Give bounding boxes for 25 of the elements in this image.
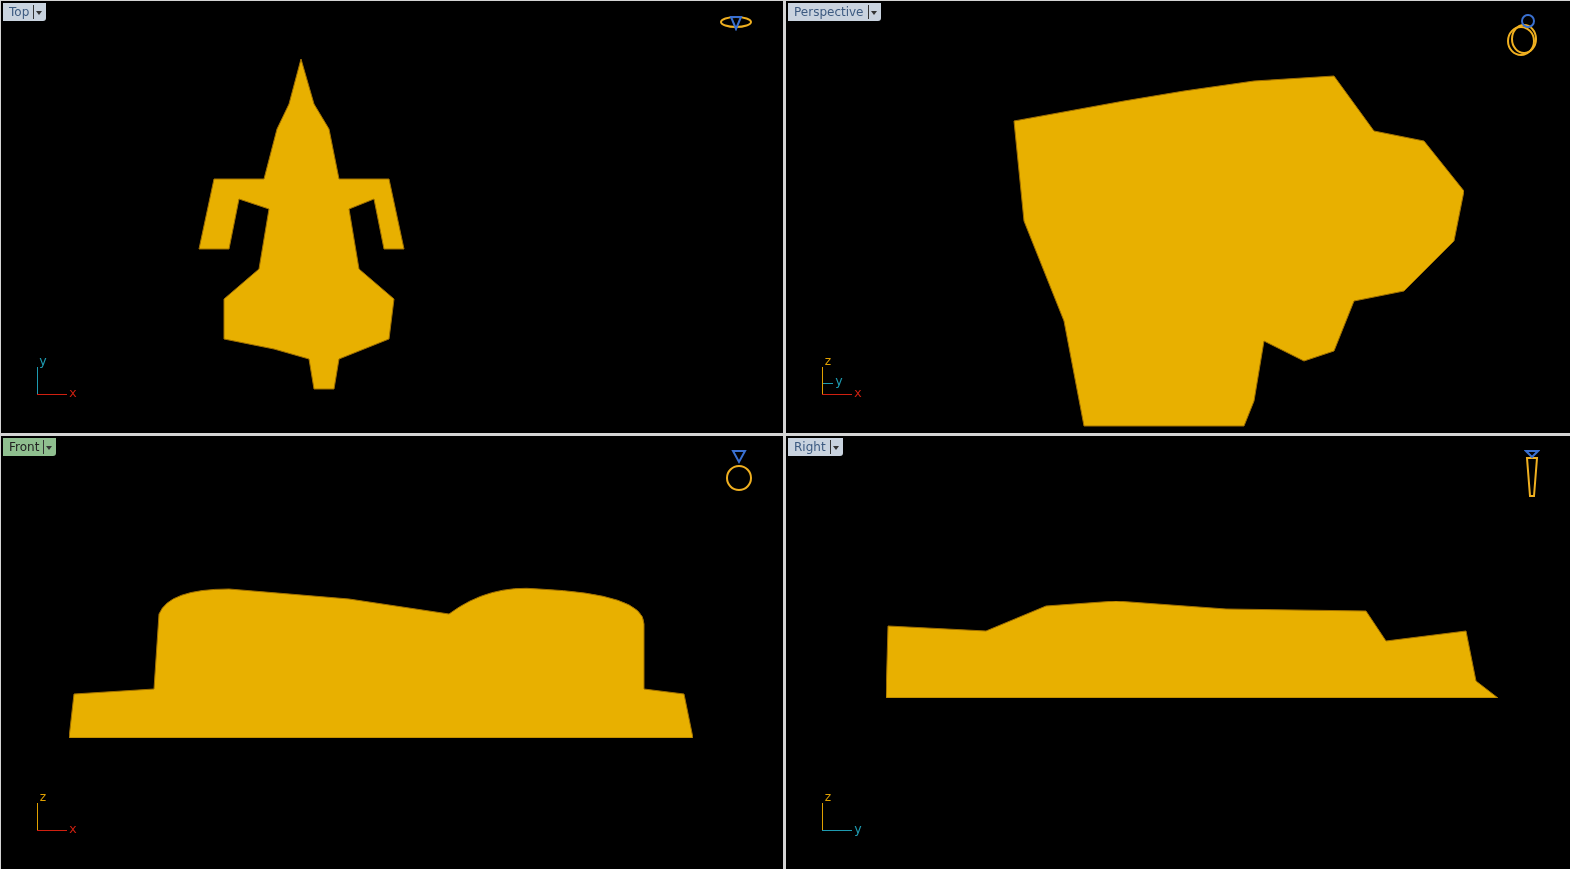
axis-label: y — [835, 375, 843, 387]
axis-label: z — [824, 355, 832, 367]
axis-label: y — [854, 823, 862, 835]
caret-icon — [829, 440, 841, 454]
ring-icon — [1504, 13, 1540, 57]
axis-label: z — [39, 791, 47, 803]
axis-label: x — [69, 387, 77, 399]
caret-icon — [43, 440, 55, 454]
viewport[interactable]: Top y x — [1, 1, 783, 433]
viewport-tab[interactable]: Front — [3, 438, 57, 456]
viewport-tab[interactable]: Perspective — [788, 3, 881, 21]
viewport-tab[interactable]: Top — [3, 3, 47, 21]
viewport[interactable]: Right z y — [786, 436, 1570, 869]
ring-icon — [719, 13, 753, 31]
axis-label: x — [69, 823, 77, 835]
axis-label: y — [39, 355, 47, 367]
caret-icon — [867, 5, 879, 19]
axis-label: x — [854, 387, 862, 399]
viewport[interactable]: Perspective z y x — [786, 1, 1570, 433]
viewport[interactable]: Front z x — [1, 436, 783, 869]
caret-icon — [33, 5, 45, 19]
axis-label: z — [824, 791, 832, 803]
ring-icon — [725, 448, 753, 494]
ring-icon — [1524, 448, 1540, 500]
viewport-tab[interactable]: Right — [788, 438, 843, 456]
